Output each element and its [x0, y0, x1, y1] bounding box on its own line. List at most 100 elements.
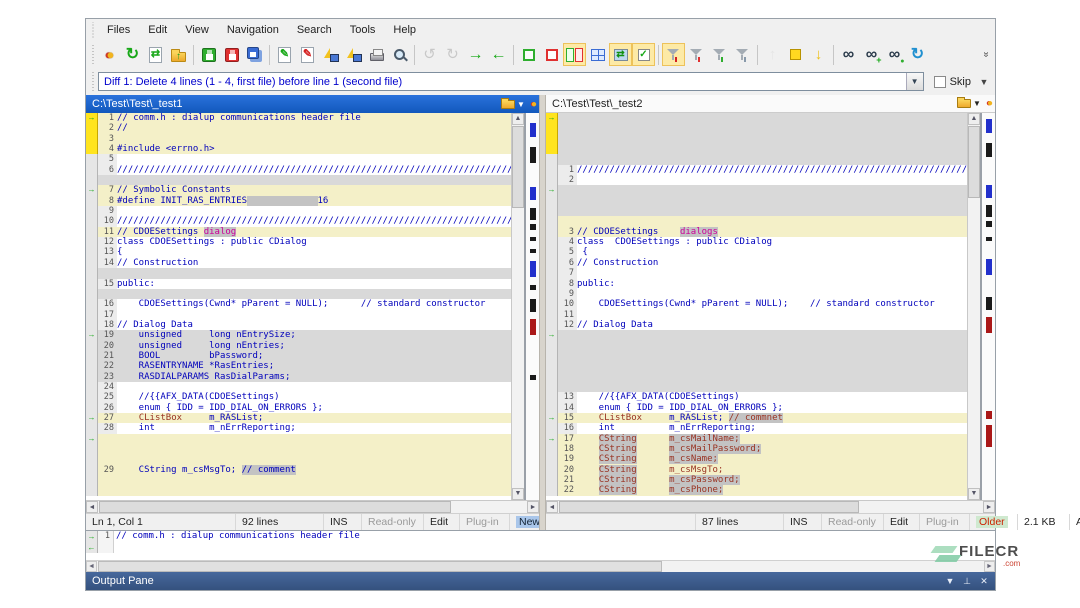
- toolbar-overflow-icon[interactable]: »: [982, 48, 991, 62]
- prev-difference-button[interactable]: ←: [487, 43, 510, 66]
- left-diff-map[interactable]: [524, 113, 539, 500]
- right-folder-dropdown-icon[interactable]: ▼: [973, 99, 981, 108]
- right-vscroll-thumb[interactable]: [968, 126, 980, 198]
- swap-files-button[interactable]: ⇄: [144, 43, 167, 66]
- right-open-folder-icon[interactable]: [957, 99, 971, 108]
- edit-second-file-button[interactable]: ✎: [296, 43, 319, 66]
- diff-marker-arrow-icon: →: [546, 330, 558, 340]
- gutter-margin: [546, 206, 558, 216]
- menu-search[interactable]: Search: [288, 22, 341, 38]
- right-scroll-right-icon[interactable]: ►: [983, 501, 995, 513]
- next-difference-button[interactable]: →: [464, 43, 487, 66]
- right-pane-header[interactable]: C:\Test\Test\_test2 ▼ ●●: [546, 95, 995, 113]
- line-number: 6: [558, 258, 577, 268]
- line-number: 8: [98, 196, 117, 206]
- save-second-file-button[interactable]: [220, 43, 243, 66]
- filter-additions-button[interactable]: [708, 43, 731, 66]
- right-hscroll-thumb[interactable]: [559, 501, 859, 513]
- undo-button[interactable]: ↺: [418, 43, 441, 66]
- gutter-margin: [86, 247, 98, 257]
- left-scroll-down-icon[interactable]: ▼: [512, 488, 524, 500]
- left-vscroll-thumb[interactable]: [512, 126, 524, 208]
- gutter-margin: [546, 299, 558, 309]
- left-scroll-up-icon[interactable]: ▲: [512, 113, 524, 125]
- left-open-folder-icon[interactable]: [501, 100, 515, 109]
- toggle-bookmark-button[interactable]: [784, 43, 807, 66]
- diff-combo[interactable]: Diff 1: Delete 4 lines (1 - 4, first fil…: [98, 72, 924, 91]
- left-vertical-scrollbar[interactable]: ▲ ▼: [511, 113, 524, 500]
- menu-help[interactable]: Help: [384, 22, 425, 38]
- show-first-only-button[interactable]: [517, 43, 540, 66]
- show-checkmarks-button[interactable]: ✓: [632, 43, 655, 66]
- right-compare-icon[interactable]: ●●: [986, 98, 988, 109]
- diffbar-more-icon[interactable]: ▼: [977, 77, 991, 87]
- detail-scroll-left-icon[interactable]: ◄: [86, 561, 97, 572]
- resync-button[interactable]: ↻: [906, 43, 929, 66]
- save-first-file-button[interactable]: [197, 43, 220, 66]
- diff-combo-dropdown-icon[interactable]: ▼: [906, 73, 923, 90]
- next-bookmark-button[interactable]: ↓: [807, 43, 830, 66]
- left-hscroll-thumb[interactable]: [99, 501, 451, 513]
- menu-view[interactable]: View: [176, 22, 218, 38]
- redo-button[interactable]: ↻: [441, 43, 464, 66]
- diff-map-mark: [530, 147, 536, 163]
- gutter-margin: [86, 423, 98, 433]
- left-scroll-left-icon[interactable]: ◄: [86, 501, 98, 513]
- compare-files-button[interactable]: [98, 43, 121, 66]
- edit-first-file-button[interactable]: ✎: [273, 43, 296, 66]
- output-dropdown-icon[interactable]: ▼: [943, 576, 957, 586]
- right-scroll-down-icon[interactable]: ▼: [968, 488, 980, 500]
- left-folder-dropdown-icon[interactable]: ▼: [517, 100, 525, 109]
- menu-navigation[interactable]: Navigation: [218, 22, 288, 38]
- find-add-button[interactable]: ∞: [860, 43, 883, 66]
- left-compare-icon[interactable]: ●●: [530, 99, 532, 110]
- skip-label: Skip: [950, 76, 971, 88]
- table-view-button[interactable]: [586, 43, 609, 66]
- right-code-rows[interactable]: →1//////////////////////////////////////…: [546, 113, 967, 500]
- right-diff-map[interactable]: [980, 113, 995, 500]
- show-checkmarks-icon: ✓: [638, 49, 650, 61]
- diff-detail-scrollbar[interactable]: ◄ ►: [86, 560, 995, 572]
- code-line: 4#include <errno.h>: [86, 144, 511, 154]
- left-pane-header[interactable]: C:\Test\Test\_test1 ▼ ●●: [86, 95, 539, 113]
- filter-deletions-button[interactable]: [685, 43, 708, 66]
- save-both-files-icon: [247, 47, 259, 59]
- left-scroll-right-icon[interactable]: ►: [527, 501, 539, 513]
- output-close-icon[interactable]: ✕: [977, 576, 991, 587]
- open-files-button[interactable]: ↑: [167, 43, 190, 66]
- right-scroll-left-icon[interactable]: ◄: [546, 501, 558, 513]
- right-scroll-up-icon[interactable]: ▲: [968, 113, 980, 125]
- merge-mode-button[interactable]: ⇄: [609, 43, 632, 66]
- code-line: 12// Dialog Data: [546, 320, 967, 330]
- show-second-only-button[interactable]: [540, 43, 563, 66]
- menu-tools[interactable]: Tools: [341, 22, 385, 38]
- menu-files[interactable]: Files: [98, 22, 139, 38]
- recompare-button[interactable]: ↻: [121, 43, 144, 66]
- copy-save-second-button[interactable]: [342, 43, 365, 66]
- find-marked-button[interactable]: ∞: [883, 43, 906, 66]
- code-text: [117, 268, 511, 278]
- code-text: {: [117, 247, 511, 257]
- filter-all-differences-button[interactable]: [662, 43, 685, 66]
- show-second-only-icon: [546, 49, 558, 61]
- status-segment: Edit: [884, 514, 920, 530]
- right-vertical-scrollbar[interactable]: ▲ ▼: [967, 113, 980, 500]
- print-button[interactable]: [365, 43, 388, 66]
- copy-save-first-button[interactable]: [319, 43, 342, 66]
- output-pin-icon[interactable]: ⊥: [960, 576, 974, 587]
- menu-edit[interactable]: Edit: [139, 22, 176, 38]
- find-text-button[interactable]: ∞: [837, 43, 860, 66]
- left-code-rows[interactable]: →1// comm.h : dialup communications head…: [86, 113, 511, 500]
- save-both-files-button[interactable]: [243, 43, 266, 66]
- pane-splitter[interactable]: [539, 95, 546, 530]
- filter-custom-button[interactable]: [731, 43, 754, 66]
- split-view-button[interactable]: [563, 43, 586, 66]
- find-button[interactable]: [388, 43, 411, 66]
- prev-bookmark-button[interactable]: ↑: [761, 43, 784, 66]
- gutter-margin: [86, 372, 98, 382]
- left-horizontal-scrollbar[interactable]: ◄ ►: [86, 500, 539, 513]
- skip-checkbox[interactable]: [934, 76, 946, 88]
- detail-hscroll-thumb[interactable]: [98, 561, 662, 572]
- toolbar-separator: [513, 45, 514, 65]
- right-horizontal-scrollbar[interactable]: ◄ ►: [546, 500, 995, 513]
